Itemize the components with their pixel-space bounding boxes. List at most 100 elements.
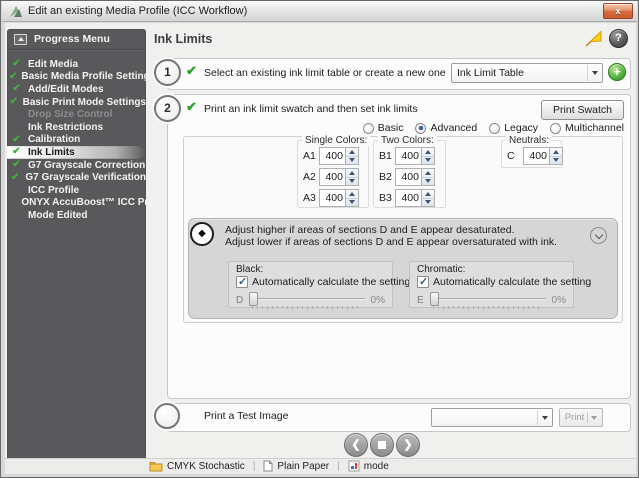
single-colors-group: Single Colors: A1 400 A2 400 A3 400 bbox=[297, 140, 369, 208]
b2-spinner[interactable]: 400 bbox=[395, 168, 435, 186]
chevron-down-icon bbox=[587, 65, 602, 81]
step1-complete-check-icon: ✔ bbox=[186, 63, 197, 79]
a3-value[interactable]: 400 bbox=[319, 189, 346, 207]
app-icon bbox=[9, 5, 23, 24]
a1-spinner[interactable]: 400 bbox=[319, 147, 359, 165]
sidebar-item-g7-grayscale-verification[interactable]: ✔G7 Grayscale Verification bbox=[7, 171, 146, 184]
b3-value[interactable]: 400 bbox=[395, 189, 422, 207]
tab-plain-paper[interactable]: Plain Paper bbox=[263, 460, 329, 472]
spin-down-icon[interactable] bbox=[422, 199, 434, 207]
adjust-instruction-line1: Adjust higher if areas of sections D and… bbox=[225, 224, 515, 236]
b1-spinner[interactable]: 400 bbox=[395, 147, 435, 165]
spin-up-icon[interactable] bbox=[550, 148, 562, 157]
c-spinner[interactable]: 400 bbox=[523, 147, 563, 165]
spin-down-icon[interactable] bbox=[346, 199, 358, 207]
back-button[interactable]: ❮ bbox=[344, 433, 368, 457]
spin-down-icon[interactable] bbox=[346, 157, 358, 165]
spin-up-icon[interactable] bbox=[346, 190, 358, 199]
spin-up-icon[interactable] bbox=[346, 148, 358, 157]
progress-menu-items: ✔Edit Media ✔Basic Media Profile Setting… bbox=[7, 50, 146, 222]
c-value[interactable]: 400 bbox=[523, 147, 550, 165]
check-icon: ✔ bbox=[9, 58, 24, 70]
b3-spinner[interactable]: 400 bbox=[395, 189, 435, 207]
spin-up-icon[interactable] bbox=[422, 148, 434, 157]
spin-down-icon[interactable] bbox=[550, 157, 562, 165]
checkbox-icon[interactable] bbox=[417, 276, 429, 288]
black-slider[interactable] bbox=[249, 292, 365, 309]
sidebar-item-drop-size-control: ✔Drop Size Control bbox=[7, 108, 146, 121]
step1-label: Select an existing ink limit table or cr… bbox=[204, 67, 446, 79]
a3-spinner[interactable]: 400 bbox=[319, 189, 359, 207]
slider-ticks bbox=[252, 306, 362, 309]
a1-value[interactable]: 400 bbox=[319, 147, 346, 165]
tab-mode[interactable]: mode bbox=[348, 460, 389, 472]
page-icon bbox=[263, 460, 273, 472]
a2-value[interactable]: 400 bbox=[319, 168, 346, 186]
two-colors-group: Two Colors: B1 400 B2 400 B3 400 bbox=[373, 140, 446, 208]
neutrals-title: Neutrals: bbox=[506, 135, 552, 146]
step2-number-badge: 2 bbox=[154, 95, 181, 122]
tab-divider: | bbox=[337, 461, 340, 472]
print-swatch-button[interactable]: Print Swatch bbox=[541, 100, 624, 120]
radio-basic[interactable]: Basic bbox=[363, 122, 404, 134]
radio-icon bbox=[415, 123, 426, 134]
collapse-chevron-icon[interactable] bbox=[590, 227, 607, 244]
chevron-down-icon bbox=[591, 416, 597, 420]
spin-down-icon[interactable] bbox=[422, 157, 434, 165]
check-icon: ✔ bbox=[9, 83, 24, 95]
spin-down-icon[interactable] bbox=[346, 178, 358, 186]
sidebar-item-ink-limits[interactable]: ✔Ink Limits bbox=[7, 146, 146, 159]
sidebar-item-calibration[interactable]: ✔Calibration bbox=[7, 134, 146, 147]
sidebar-item-add-edit-modes[interactable]: ✔Add/Edit Modes bbox=[7, 83, 146, 96]
spin-up-icon[interactable] bbox=[422, 190, 434, 199]
chromatic-slider[interactable] bbox=[430, 292, 546, 309]
print-split-button[interactable]: Print bbox=[559, 408, 603, 427]
sidebar-item-onyx-accuboost-icc-profile[interactable]: ✔ONYX AccuBoost™ ICC Profile bbox=[7, 197, 146, 210]
titlebar: Edit an existing Media Profile (ICC Work… bbox=[2, 1, 637, 22]
sidebar-item-mode-edited[interactable]: ✔Mode Edited bbox=[7, 209, 146, 222]
step1-number-badge: 1 bbox=[154, 59, 181, 86]
sidebar-item-basic-print-mode-settings[interactable]: ✔Basic Print Mode Settings bbox=[7, 96, 146, 109]
sidebar-item-edit-media[interactable]: ✔Edit Media bbox=[7, 58, 146, 71]
black-group-title: Black: bbox=[236, 264, 263, 275]
black-auto-label: Automatically calculate the setting bbox=[252, 276, 410, 288]
ink-limit-table-dropdown[interactable]: Ink Limit Table bbox=[451, 63, 603, 83]
black-slider-value: 0% bbox=[365, 295, 385, 306]
radio-multichannel[interactable]: Multichannel bbox=[550, 122, 624, 134]
spin-down-icon[interactable] bbox=[422, 178, 434, 186]
chromatic-group-title: Chromatic: bbox=[417, 264, 465, 275]
help-icon[interactable]: ? bbox=[609, 29, 628, 48]
black-auto-checkbox-row[interactable]: Automatically calculate the setting bbox=[236, 276, 410, 288]
mode-icon bbox=[348, 460, 360, 472]
test-image-dropdown[interactable] bbox=[431, 408, 553, 427]
next-button[interactable]: ❯ bbox=[396, 433, 420, 457]
checkbox-icon[interactable] bbox=[236, 276, 248, 288]
add-table-button[interactable]: + bbox=[608, 63, 626, 81]
radio-legacy[interactable]: Legacy bbox=[489, 122, 538, 134]
b2-value[interactable]: 400 bbox=[395, 168, 422, 186]
slider-thumb[interactable] bbox=[430, 292, 439, 306]
step2-label: Print an ink limit swatch and then set i… bbox=[204, 103, 418, 115]
single-colors-title: Single Colors: bbox=[302, 135, 370, 146]
square-icon bbox=[378, 441, 386, 449]
spin-up-icon[interactable] bbox=[422, 169, 434, 178]
slider-thumb[interactable] bbox=[249, 292, 258, 306]
sidebar-item-icc-profile[interactable]: ✔ICC Profile bbox=[7, 184, 146, 197]
chromatic-auto-checkbox-row[interactable]: Automatically calculate the setting bbox=[417, 276, 591, 288]
chromatic-slider-label: E bbox=[417, 295, 430, 306]
black-slider-label: D bbox=[236, 295, 249, 306]
sidebar-item-ink-restrictions[interactable]: ✔Ink Restrictions bbox=[7, 121, 146, 134]
sidebar-item-g7-grayscale-correction[interactable]: ✔G7 Grayscale Correction bbox=[7, 159, 146, 172]
black-slider-row: D 0% bbox=[236, 292, 385, 309]
b1-value[interactable]: 400 bbox=[395, 147, 422, 165]
a2-spinner[interactable]: 400 bbox=[319, 168, 359, 186]
close-button[interactable]: x bbox=[603, 3, 633, 19]
spin-up-icon[interactable] bbox=[346, 169, 358, 178]
tab-cmyk-stochastic[interactable]: CMYK Stochastic bbox=[149, 461, 245, 472]
progress-menu-header[interactable]: Progress Menu bbox=[7, 29, 146, 50]
diamond-marker-icon: ◆ bbox=[190, 222, 214, 246]
chevron-right-icon: ❯ bbox=[403, 440, 412, 451]
stop-button[interactable] bbox=[370, 433, 394, 457]
sidebar-item-basic-media-profile-settings[interactable]: ✔Basic Media Profile Settings bbox=[7, 71, 146, 84]
radio-advanced[interactable]: Advanced bbox=[415, 122, 477, 134]
